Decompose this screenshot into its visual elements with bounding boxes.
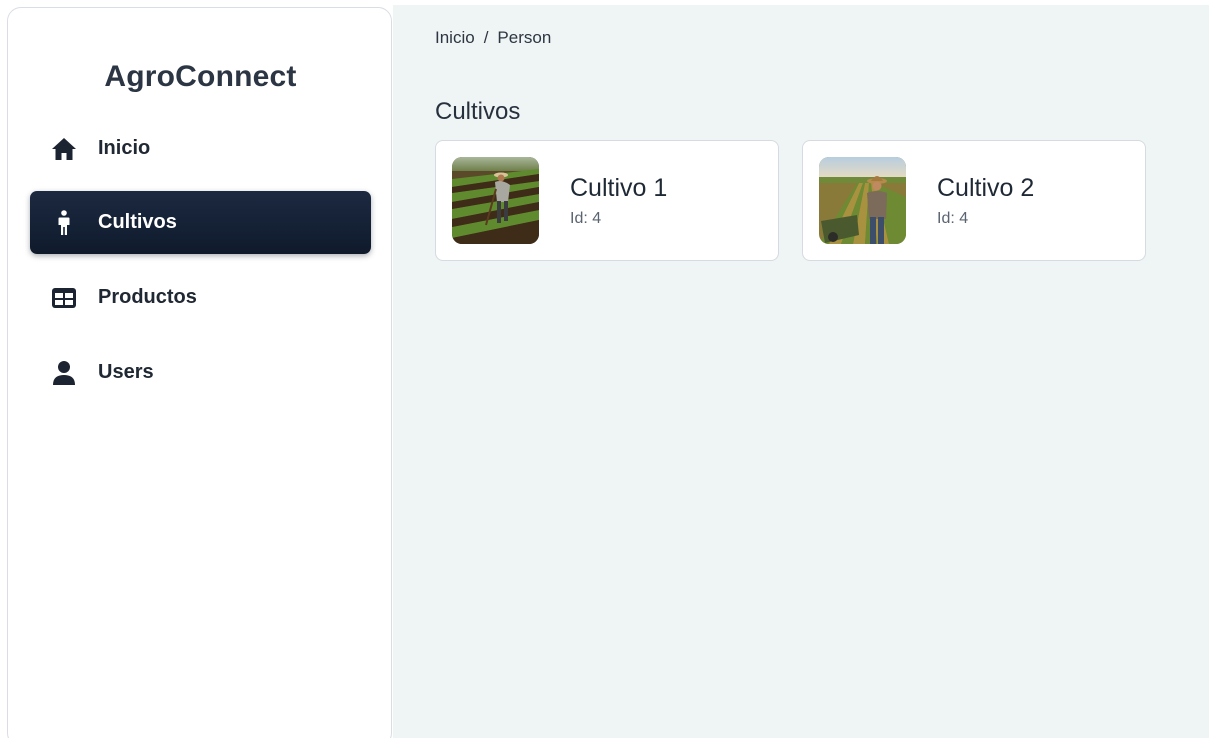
card-subtitle: Id: 4	[937, 210, 969, 227]
cultivo-card[interactable]: Cultivo 1 Id: 4	[435, 140, 779, 261]
sidebar: AgroConnect Inicio Cultivos Productos Us…	[7, 7, 392, 738]
home-icon	[50, 135, 78, 163]
sidebar-item-label: Users	[98, 361, 154, 383]
sidebar-item-label: Cultivos	[98, 211, 177, 233]
page-title: Cultivos	[435, 98, 521, 125]
card-title: Cultivo 2	[937, 174, 1035, 202]
card-title: Cultivo 1	[570, 174, 668, 202]
brand-title: AgroConnect	[104, 60, 297, 93]
main-content: Inicio / Person Cultivos Cultivo 1 Id: 4…	[393, 5, 1209, 738]
sidebar-item-inicio[interactable]: Inicio	[30, 117, 371, 180]
app-window: AgroConnect Inicio Cultivos Productos Us…	[0, 0, 1209, 738]
breadcrumb: Inicio / Person	[435, 28, 551, 48]
person-standing-icon	[50, 209, 78, 237]
sidebar-item-label: Productos	[98, 286, 197, 308]
sidebar-item-users[interactable]: Users	[30, 341, 371, 404]
sidebar-item-cultivos[interactable]: Cultivos	[30, 191, 371, 254]
user-icon	[50, 359, 78, 387]
farmer-field-photo	[452, 157, 539, 244]
cultivo-card[interactable]: Cultivo 2 Id: 4	[802, 140, 1146, 261]
breadcrumb-home-link[interactable]: Inicio	[435, 28, 475, 48]
sidebar-item-productos[interactable]: Productos	[30, 266, 371, 329]
breadcrumb-separator: /	[483, 28, 489, 47]
sidebar-item-label: Inicio	[98, 137, 151, 159]
card-subtitle: Id: 4	[570, 210, 602, 227]
farmer-field-photo	[819, 157, 906, 244]
breadcrumb-current: Person	[497, 28, 552, 47]
table-grid-icon	[50, 284, 78, 312]
